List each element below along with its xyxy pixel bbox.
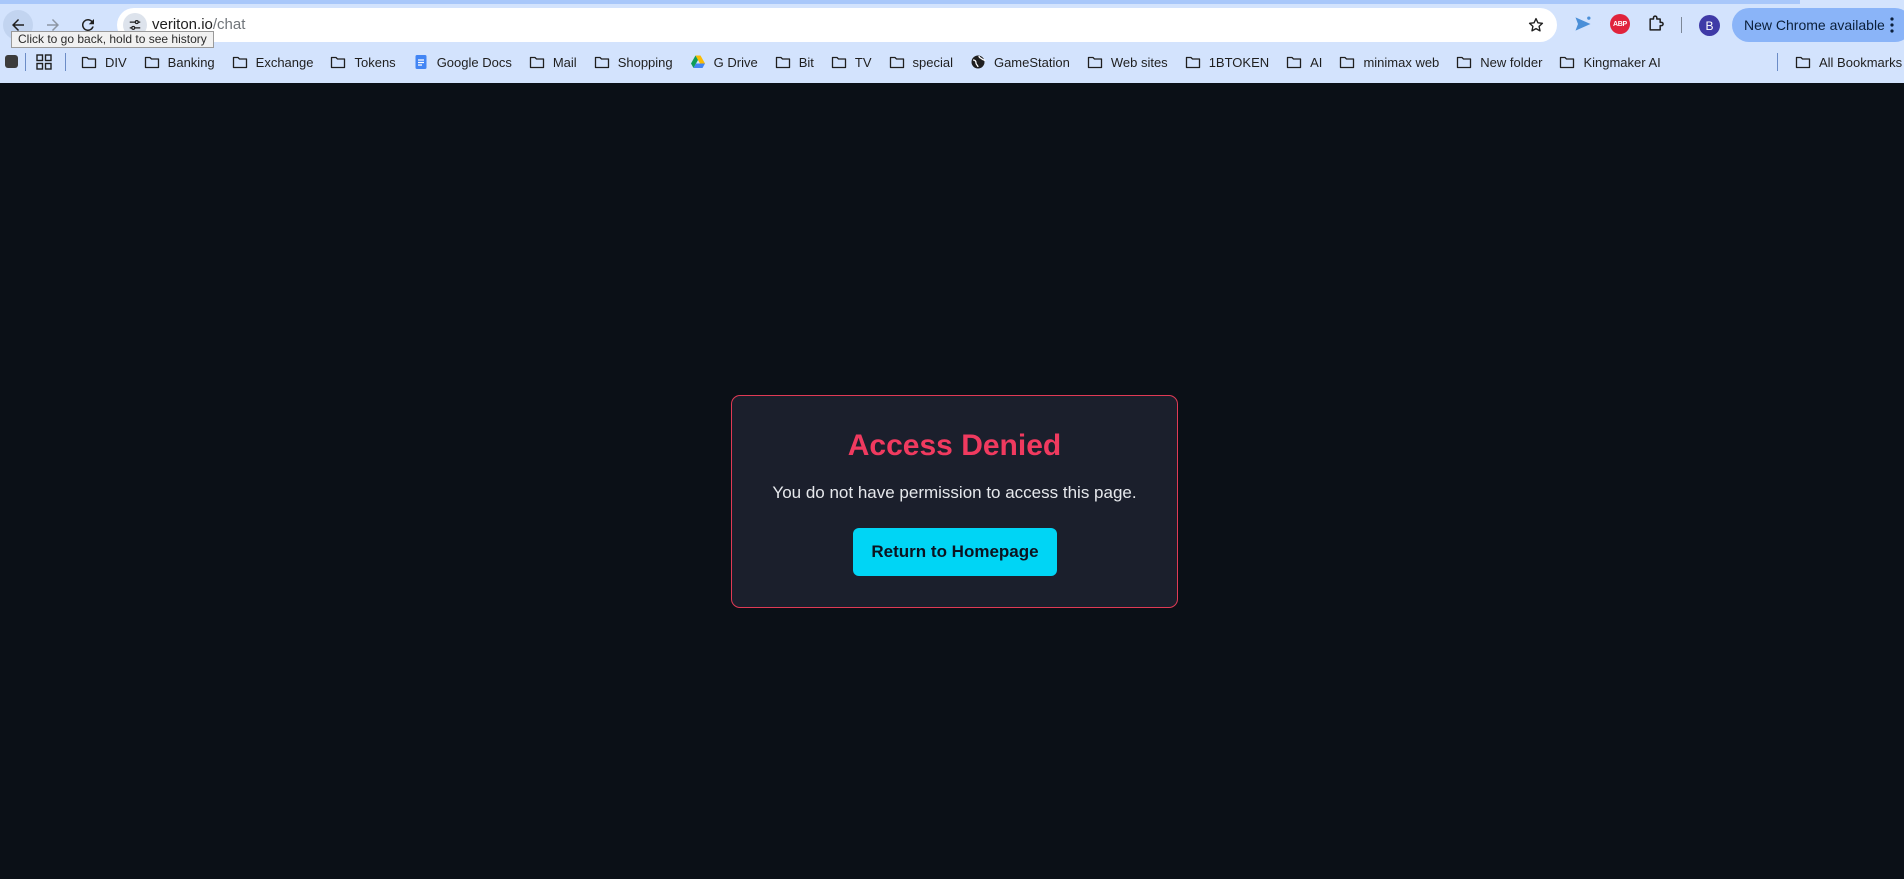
bookmark-item[interactable]: minimax web [1339,54,1439,70]
adblock-extension-button[interactable]: ABP [1609,13,1631,35]
bookmark-item[interactable]: New folder [1456,54,1542,70]
folder-icon [1286,56,1302,69]
update-label: New Chrome available [1744,17,1885,33]
bookmark-label: GameStation [993,54,1070,70]
folder-icon [889,56,904,69]
bookmark-label: Kingmaker AI [1583,54,1661,70]
bookmark-label: New folder [1480,54,1543,70]
bookmark-item[interactable]: Tokens [330,54,396,70]
permission-message: You do not have permission to access thi… [772,483,1137,502]
more-vert-icon[interactable] [1890,17,1894,33]
bookmark-item[interactable]: GameStation [970,54,1070,70]
bookmark-item[interactable]: 1BTOKEN [1185,54,1269,70]
bookmark-item[interactable]: AI [1286,54,1322,70]
all-bookmarks-button[interactable]: All Bookmarks [1795,50,1902,74]
bookmark-label: Tokens [354,54,396,70]
page-content: Access Denied You do not have permission… [0,83,1904,879]
bookmark-label: Shopping [617,54,673,70]
folder-icon [232,56,247,69]
bookmark-label: Web sites [1110,54,1168,70]
bookmark-item[interactable]: Banking [144,54,215,70]
app-shortcut-icon[interactable] [5,55,18,68]
bookmark-item[interactable]: Google Docs [413,54,512,70]
folder-icon [529,56,544,69]
bookmark-label: minimax web [1363,54,1440,70]
bookmark-item[interactable]: Exchange [232,54,314,70]
profile-avatar[interactable]: B [1699,15,1720,36]
apps-grid-icon[interactable] [36,54,52,70]
folder-icon [831,56,847,69]
toolbar-divider [1681,17,1682,33]
bookmark-label: G Drive [713,54,758,70]
bookmark-item[interactable]: Kingmaker AI [1559,54,1661,70]
bookmark-label: AI [1310,54,1323,70]
bookmark-item[interactable]: Shopping [594,54,673,70]
bookmark-separator [65,53,66,71]
bookmark-item[interactable]: DIV [81,54,127,70]
bookmark-label: DIV [105,54,127,70]
bookmark-label: special [912,54,953,70]
google-docs-icon [415,55,427,69]
all-bookmarks-label: All Bookmarks [1819,54,1903,70]
bookmark-list: DIV Banking Exchange Tokens Google Docs Mail S… [81,50,1678,74]
bookmark-label: Mail [552,54,577,70]
update-chrome-button[interactable]: New Chrome available [1732,8,1904,42]
bookmarks-bar: DIV Banking Exchange Tokens Google Docs Mail S… [0,50,1904,74]
bookmark-label: Banking [167,54,215,70]
send-icon [1575,16,1591,31]
url-path: /chat [212,16,246,33]
folder-icon [1795,56,1811,69]
google-drive-icon [690,55,705,68]
tab-strip [0,0,1904,4]
access-denied-card: Access Denied You do not have permission… [731,395,1178,608]
back-tooltip: Click to go back, hold to see history [11,31,214,48]
bookmark-item[interactable]: Mail [529,54,577,70]
bookmark-item[interactable]: TV [831,54,872,70]
extensions-button[interactable] [1645,13,1667,35]
folder-icon [1457,56,1472,69]
folder-icon [594,56,609,69]
adblock-icon: ABP [1610,14,1630,34]
folder-icon [331,56,346,69]
extension-send-button[interactable] [1572,13,1594,35]
bookmark-label: TV [854,54,872,70]
bookmark-item[interactable]: Web sites [1087,54,1168,70]
browser-toolbar: Click to go back, hold to see history ve… [0,0,1904,83]
folder-icon [1560,56,1575,69]
bookmark-item[interactable]: G Drive [690,54,758,70]
folder-icon [1340,56,1355,69]
page-title: Access Denied [847,429,1062,462]
bookmark-label: 1BTOKEN [1208,54,1270,70]
folder-icon [1185,56,1200,69]
folder-icon [81,56,97,69]
star-icon[interactable] [1527,16,1545,34]
folder-icon [1087,56,1102,69]
puzzle-icon [1649,15,1664,31]
bookmark-item[interactable]: special [889,54,953,70]
bookmark-item[interactable]: Bit [775,54,814,70]
folder-icon [144,56,159,69]
globe-icon [971,55,986,69]
folder-icon [775,56,790,69]
bookmark-separator [1777,53,1778,71]
tab-fragment[interactable] [1800,0,1904,4]
tune-icon [129,20,141,30]
bookmark-label: Exchange [255,54,314,70]
bookmark-label: Google Docs [436,54,512,70]
bookmark-separator [25,53,26,71]
return-home-button[interactable]: Return to Homepage [853,528,1057,576]
bookmark-label: Bit [798,54,814,70]
address-bar[interactable]: veriton.io/chat [117,8,1557,42]
